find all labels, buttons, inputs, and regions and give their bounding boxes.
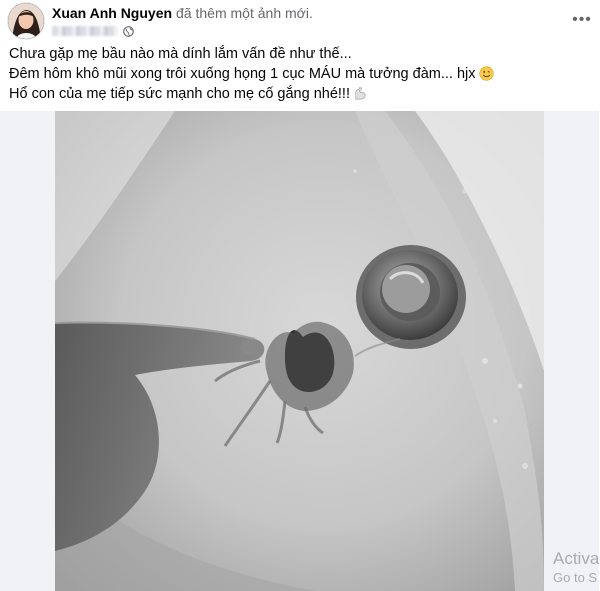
caption-line-3: Hổ con của mẹ tiếp sức mạnh cho mẹ cố gắ…: [9, 84, 589, 104]
caption-line-1: Chưa gặp mẹ bầu nào mà dính lắm vấn đề n…: [9, 46, 352, 62]
watermark-line-1: Activa: [553, 549, 600, 568]
more-options-icon: •••: [572, 11, 592, 28]
watermark-line-2: Go to S: [553, 570, 598, 585]
author-line: Xuan Anh Nguyen đã thêm một ảnh mới.: [52, 5, 313, 21]
post-header: Xuan Anh Nguyen đã thêm một ảnh mới. •••: [7, 2, 595, 40]
globe-icon[interactable]: [123, 26, 134, 37]
more-options-button[interactable]: •••: [569, 10, 595, 30]
post-caption: Chưa gặp mẹ bầu nào mà dính lắm vấn đề n…: [9, 44, 589, 104]
smiling-face-emoji-icon: [478, 66, 494, 81]
avatar-photo: [8, 3, 44, 39]
sink-drain-photo: [55, 111, 544, 591]
photo-frame-right: [544, 111, 599, 591]
flexed-biceps-emoji-icon: [355, 87, 366, 100]
photo-frame-left: [0, 111, 55, 591]
blurred-timestamp: [52, 26, 118, 36]
author-avatar[interactable]: [7, 2, 45, 40]
post-photo[interactable]: [55, 111, 544, 591]
facebook-post: Xuan Anh Nguyen đã thêm một ảnh mới. ••• …: [0, 0, 600, 591]
post-action-text: đã thêm một ảnh mới.: [176, 5, 313, 21]
author-name[interactable]: Xuan Anh Nguyen: [52, 5, 172, 21]
caption-line-2: Đêm hôm khô mũi xong trôi xuống họng 1 c…: [9, 64, 589, 84]
windows-activation-watermark: Activa Go to S: [553, 548, 599, 586]
